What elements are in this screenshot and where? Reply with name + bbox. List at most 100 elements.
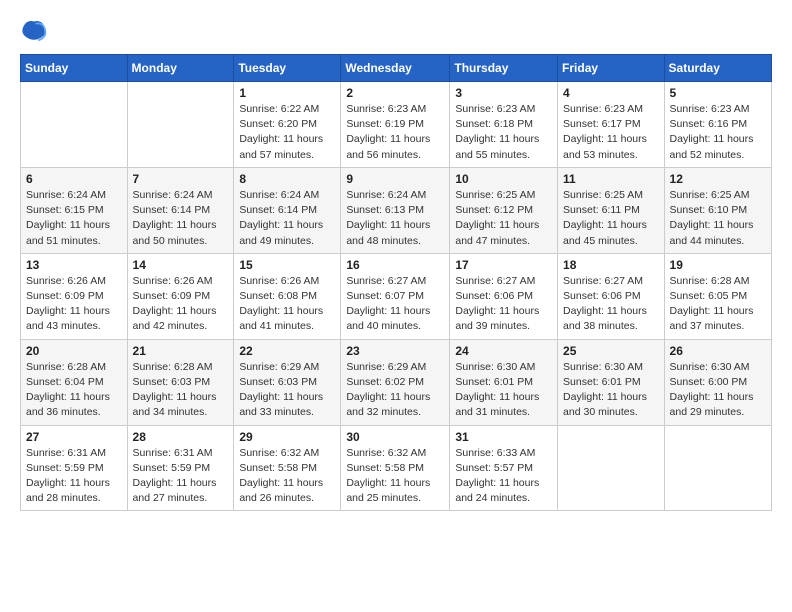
calendar-cell: 8 Sunrise: 6:24 AM Sunset: 6:14 PM Daylig…: [234, 167, 341, 253]
day-info: Sunrise: 6:25 AM Sunset: 6:11 PM Dayligh…: [563, 188, 659, 249]
day-number: 5: [670, 86, 766, 100]
calendar-cell: [21, 82, 128, 168]
day-info: Sunrise: 6:23 AM Sunset: 6:18 PM Dayligh…: [455, 102, 552, 163]
day-number: 4: [563, 86, 659, 100]
calendar-cell: 20 Sunrise: 6:28 AM Sunset: 6:04 PM Dayli…: [21, 339, 128, 425]
calendar-cell: 24 Sunrise: 6:30 AM Sunset: 6:01 PM Dayli…: [450, 339, 558, 425]
calendar-cell: 17Sunrise: 6:27 AM Sunset: 6:06 PM Dayli…: [450, 253, 558, 339]
day-info: Sunrise: 6:32 AM Sunset: 5:58 PM Dayligh…: [346, 446, 444, 507]
calendar-cell: 3Sunrise: 6:23 AM Sunset: 6:18 PM Daylig…: [450, 82, 558, 168]
calendar-cell: 14 Sunrise: 6:26 AM Sunset: 6:09 PM Dayli…: [127, 253, 234, 339]
day-info: Sunrise: 6:31 AM Sunset: 5:59 PM Dayligh…: [26, 446, 122, 507]
day-info: Sunrise: 6:26 AM Sunset: 6:08 PM Dayligh…: [239, 274, 335, 335]
day-info: Sunrise: 6:27 AM Sunset: 6:07 PM Dayligh…: [346, 274, 444, 335]
day-number: 14: [133, 258, 229, 272]
calendar-cell: 6Sunrise: 6:24 AM Sunset: 6:15 PM Daylig…: [21, 167, 128, 253]
day-number: 7: [133, 172, 229, 186]
calendar-cell: 27 Sunrise: 6:31 AM Sunset: 5:59 PM Dayli…: [21, 425, 128, 511]
week-row-2: 13 Sunrise: 6:26 AM Sunset: 6:09 PM Dayli…: [21, 253, 772, 339]
day-info: Sunrise: 6:24 AM Sunset: 6:14 PM Dayligh…: [133, 188, 229, 249]
day-info: Sunrise: 6:23 AM Sunset: 6:19 PM Dayligh…: [346, 102, 444, 163]
day-number: 21: [133, 344, 229, 358]
day-header-saturday: Saturday: [664, 55, 771, 82]
day-info: Sunrise: 6:27 AM Sunset: 6:06 PM Dayligh…: [455, 274, 552, 335]
day-number: 18: [563, 258, 659, 272]
calendar-cell: 25 Sunrise: 6:30 AM Sunset: 6:01 PM Dayli…: [558, 339, 665, 425]
day-info: Sunrise: 6:31 AM Sunset: 5:59 PM Dayligh…: [133, 446, 229, 507]
day-header-sunday: Sunday: [21, 55, 128, 82]
day-info: Sunrise: 6:25 AM Sunset: 6:10 PM Dayligh…: [670, 188, 766, 249]
day-number: 29: [239, 430, 335, 444]
day-number: 31: [455, 430, 552, 444]
calendar-cell: [558, 425, 665, 511]
day-number: 23: [346, 344, 444, 358]
day-number: 22: [239, 344, 335, 358]
calendar-cell: [127, 82, 234, 168]
day-number: 30: [346, 430, 444, 444]
calendar-cell: 28 Sunrise: 6:31 AM Sunset: 5:59 PM Dayli…: [127, 425, 234, 511]
calendar-cell: 9 Sunrise: 6:24 AM Sunset: 6:13 PM Daylig…: [341, 167, 450, 253]
day-info: Sunrise: 6:30 AM Sunset: 6:01 PM Dayligh…: [563, 360, 659, 421]
calendar-cell: 22Sunrise: 6:29 AM Sunset: 6:03 PM Dayli…: [234, 339, 341, 425]
day-number: 20: [26, 344, 122, 358]
calendar-cell: [664, 425, 771, 511]
logo-icon: [20, 18, 48, 46]
logo: [20, 18, 54, 46]
calendar-cell: 15 Sunrise: 6:26 AM Sunset: 6:08 PM Dayli…: [234, 253, 341, 339]
day-number: 25: [563, 344, 659, 358]
day-info: Sunrise: 6:22 AM Sunset: 6:20 PM Dayligh…: [239, 102, 335, 163]
day-info: Sunrise: 6:28 AM Sunset: 6:05 PM Dayligh…: [670, 274, 766, 335]
day-header-friday: Friday: [558, 55, 665, 82]
day-number: 24: [455, 344, 552, 358]
day-header-tuesday: Tuesday: [234, 55, 341, 82]
day-number: 12: [670, 172, 766, 186]
calendar-cell: 19 Sunrise: 6:28 AM Sunset: 6:05 PM Dayli…: [664, 253, 771, 339]
day-info: Sunrise: 6:28 AM Sunset: 6:03 PM Dayligh…: [133, 360, 229, 421]
day-number: 9: [346, 172, 444, 186]
day-info: Sunrise: 6:23 AM Sunset: 6:17 PM Dayligh…: [563, 102, 659, 163]
week-row-3: 20 Sunrise: 6:28 AM Sunset: 6:04 PM Dayli…: [21, 339, 772, 425]
day-number: 28: [133, 430, 229, 444]
week-row-1: 6Sunrise: 6:24 AM Sunset: 6:15 PM Daylig…: [21, 167, 772, 253]
day-number: 27: [26, 430, 122, 444]
day-number: 13: [26, 258, 122, 272]
calendar-cell: 11Sunrise: 6:25 AM Sunset: 6:11 PM Dayli…: [558, 167, 665, 253]
day-info: Sunrise: 6:26 AM Sunset: 6:09 PM Dayligh…: [26, 274, 122, 335]
day-number: 8: [239, 172, 335, 186]
week-row-0: 1 Sunrise: 6:22 AM Sunset: 6:20 PM Daylig…: [21, 82, 772, 168]
day-info: Sunrise: 6:29 AM Sunset: 6:02 PM Dayligh…: [346, 360, 444, 421]
day-info: Sunrise: 6:33 AM Sunset: 5:57 PM Dayligh…: [455, 446, 552, 507]
calendar-cell: 12 Sunrise: 6:25 AM Sunset: 6:10 PM Dayli…: [664, 167, 771, 253]
calendar-cell: 4 Sunrise: 6:23 AM Sunset: 6:17 PM Daylig…: [558, 82, 665, 168]
day-number: 1: [239, 86, 335, 100]
calendar-cell: 16 Sunrise: 6:27 AM Sunset: 6:07 PM Dayli…: [341, 253, 450, 339]
day-info: Sunrise: 6:24 AM Sunset: 6:14 PM Dayligh…: [239, 188, 335, 249]
day-header-thursday: Thursday: [450, 55, 558, 82]
calendar-cell: 31 Sunrise: 6:33 AM Sunset: 5:57 PM Dayli…: [450, 425, 558, 511]
day-number: 19: [670, 258, 766, 272]
page: SundayMondayTuesdayWednesdayThursdayFrid…: [0, 0, 792, 612]
day-number: 16: [346, 258, 444, 272]
day-header-monday: Monday: [127, 55, 234, 82]
day-info: Sunrise: 6:23 AM Sunset: 6:16 PM Dayligh…: [670, 102, 766, 163]
calendar-cell: 7 Sunrise: 6:24 AM Sunset: 6:14 PM Daylig…: [127, 167, 234, 253]
calendar-cell: 13 Sunrise: 6:26 AM Sunset: 6:09 PM Dayli…: [21, 253, 128, 339]
day-info: Sunrise: 6:28 AM Sunset: 6:04 PM Dayligh…: [26, 360, 122, 421]
header: [20, 18, 772, 46]
day-number: 6: [26, 172, 122, 186]
day-info: Sunrise: 6:26 AM Sunset: 6:09 PM Dayligh…: [133, 274, 229, 335]
day-header-wednesday: Wednesday: [341, 55, 450, 82]
day-info: Sunrise: 6:30 AM Sunset: 6:00 PM Dayligh…: [670, 360, 766, 421]
calendar-cell: 2 Sunrise: 6:23 AM Sunset: 6:19 PM Daylig…: [341, 82, 450, 168]
week-row-4: 27 Sunrise: 6:31 AM Sunset: 5:59 PM Dayli…: [21, 425, 772, 511]
day-number: 15: [239, 258, 335, 272]
calendar-cell: 5 Sunrise: 6:23 AM Sunset: 6:16 PM Daylig…: [664, 82, 771, 168]
calendar-cell: 21 Sunrise: 6:28 AM Sunset: 6:03 PM Dayli…: [127, 339, 234, 425]
day-info: Sunrise: 6:24 AM Sunset: 6:13 PM Dayligh…: [346, 188, 444, 249]
calendar-table: SundayMondayTuesdayWednesdayThursdayFrid…: [20, 54, 772, 511]
day-number: 2: [346, 86, 444, 100]
day-info: Sunrise: 6:30 AM Sunset: 6:01 PM Dayligh…: [455, 360, 552, 421]
day-number: 10: [455, 172, 552, 186]
day-info: Sunrise: 6:25 AM Sunset: 6:12 PM Dayligh…: [455, 188, 552, 249]
calendar-cell: 30 Sunrise: 6:32 AM Sunset: 5:58 PM Dayli…: [341, 425, 450, 511]
